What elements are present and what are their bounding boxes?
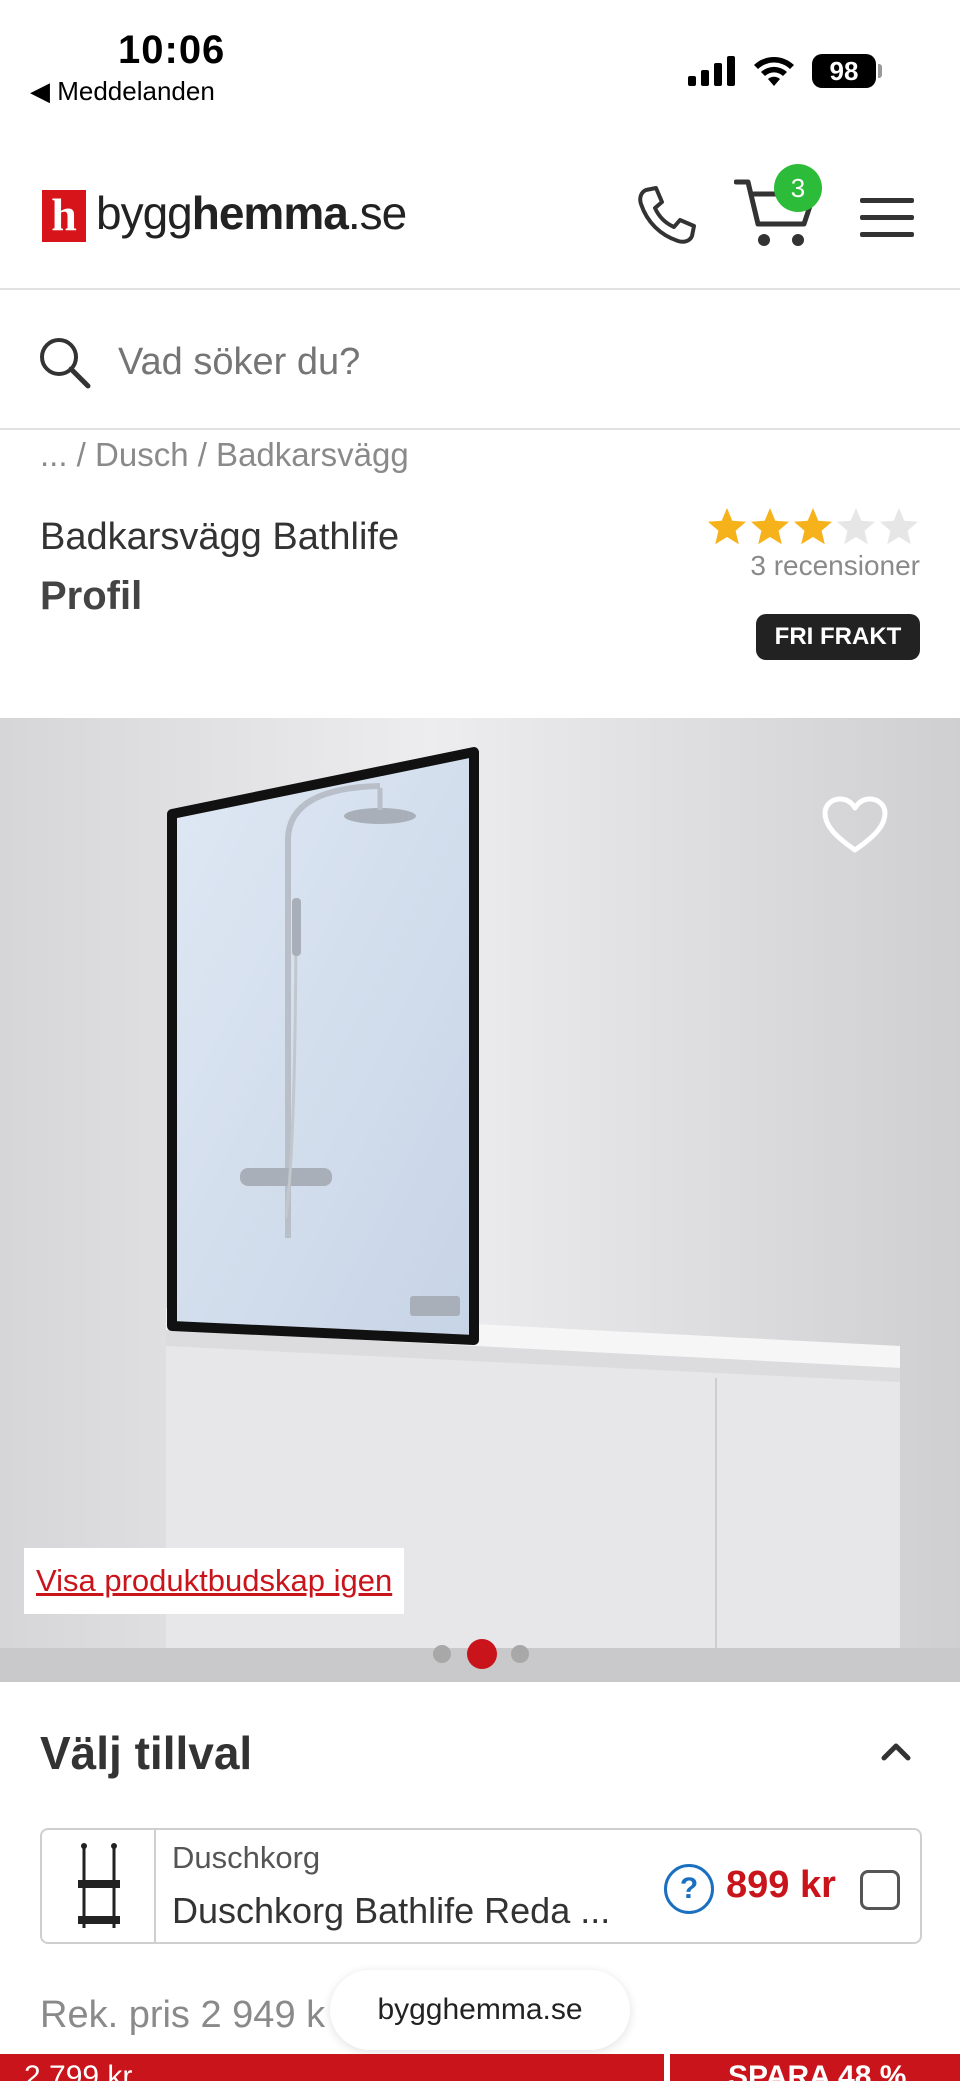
product-image[interactable] [0, 718, 960, 1682]
recommended-price: Rek. pris 2 949 k [40, 1994, 326, 2036]
price-bar-divider [664, 2054, 670, 2081]
chevron-up-icon[interactable] [880, 1740, 912, 1762]
addon-thumbnail [42, 1830, 156, 1942]
product-subtitle: Profil [40, 574, 143, 618]
logo-text-post: .se [347, 187, 407, 239]
logo-text-pre: bygg [96, 187, 193, 239]
phone-icon[interactable] [636, 184, 698, 246]
carousel-dot[interactable] [511, 1645, 529, 1663]
show-product-message-link[interactable]: Visa produktbudskap igen [24, 1548, 405, 1614]
cellular-signal-icon [688, 56, 735, 86]
free-shipping-badge: FRI FRAKT [756, 614, 920, 660]
star-filled-icon [751, 508, 789, 545]
logo-text[interactable]: bygghemma.se [96, 186, 407, 240]
discount-label: SPARA 48 % [728, 2060, 907, 2093]
star-filled-icon [708, 508, 746, 545]
browser-url-pill[interactable]: bygghemma.se [330, 1970, 630, 2050]
logo-mark[interactable]: h [42, 190, 86, 242]
shower-basket-thumbnail-icon [78, 1843, 120, 1928]
bathtub-screen-illustration [0, 718, 960, 1682]
battery-nub [878, 64, 882, 78]
breadcrumb[interactable]: ... / Dusch / Badkarsvägg [40, 436, 409, 474]
help-icon[interactable]: ? [664, 1864, 714, 1914]
star-filled-icon [794, 508, 832, 545]
current-price: 2 799 kr [24, 2060, 133, 2093]
hamburger-menu-icon[interactable] [860, 196, 914, 240]
back-to-app-link[interactable]: ◀ Meddelanden [30, 76, 215, 107]
search-input[interactable] [116, 336, 900, 388]
star-empty-icon [837, 508, 875, 545]
favorite-heart-icon[interactable] [822, 796, 888, 854]
addon-checkbox[interactable] [860, 1870, 900, 1910]
addons-section-title: Välj tillval [40, 1727, 253, 1779]
cart-count-badge: 3 [774, 164, 822, 212]
carousel-dot-active[interactable] [467, 1639, 497, 1669]
carousel-dot[interactable] [433, 1645, 451, 1663]
wifi-icon [754, 57, 794, 86]
battery-indicator: 98 [812, 54, 876, 88]
addon-price: 899 kr [726, 1864, 836, 1906]
rating-stars[interactable] [706, 506, 922, 548]
clock: 10:06 [118, 28, 226, 72]
search-icon[interactable] [38, 336, 92, 390]
logo-text-bold: hemma [191, 187, 349, 239]
product-title: Badkarsvägg Bathlife [40, 516, 400, 558]
star-empty-icon [880, 508, 918, 545]
review-count-link[interactable]: 3 recensioner [720, 550, 920, 582]
addon-name: Duschkorg Bathlife Reda ... [172, 1890, 611, 1931]
image-carousel-dots[interactable] [430, 1636, 530, 1672]
addon-category: Duschkorg [172, 1840, 321, 1875]
